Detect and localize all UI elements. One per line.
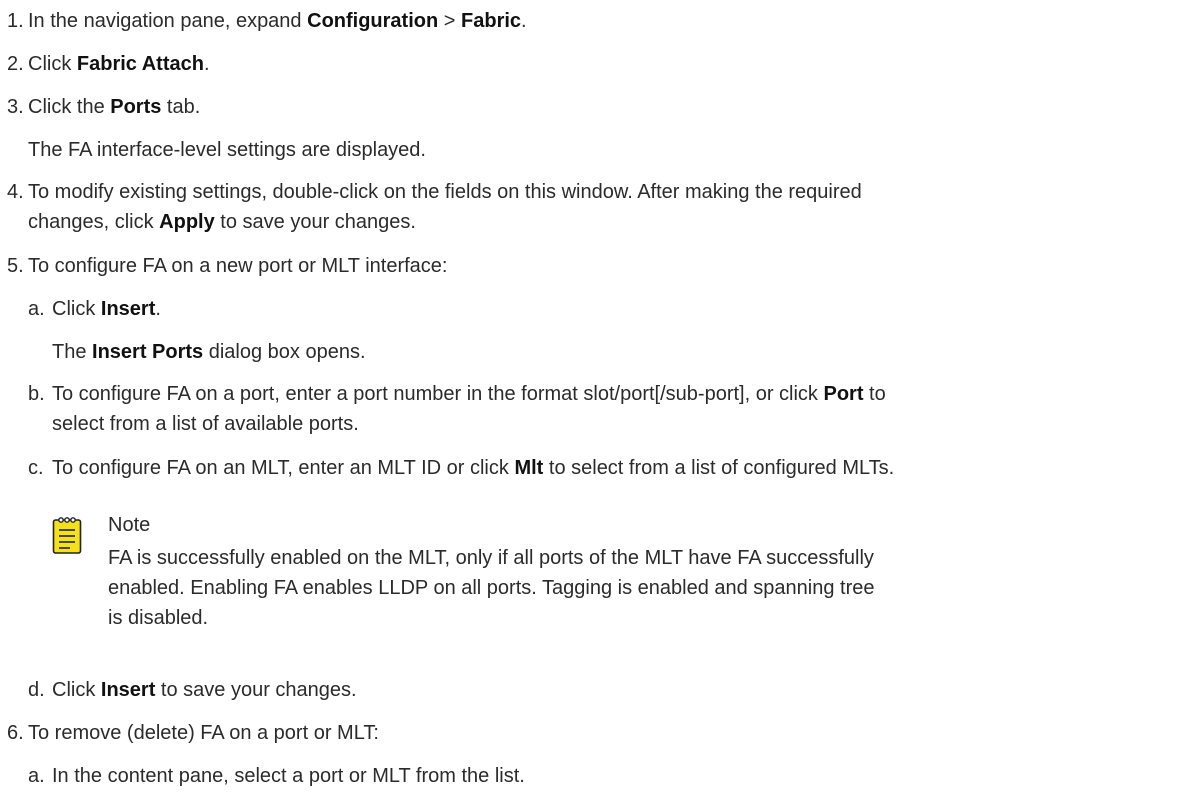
step-3-result: The FA interface-level settings are disp… <box>28 139 426 161</box>
substep-5a-letter: a. <box>28 298 45 320</box>
step-3-text: Click the Ports tab. <box>28 96 201 118</box>
insert-term-2: Insert <box>100 679 156 701</box>
substep-6a-text: In the content pane, select a port or ML… <box>52 765 525 787</box>
document-page: 1. In the navigation pane, expand Config… <box>0 0 1189 801</box>
apply-term: Apply <box>159 211 215 233</box>
substep-5a-text: Click Insert. <box>52 298 161 320</box>
fabric-attach-term: Fabric Attach <box>76 53 204 75</box>
step-4-text-line1: To modify existing settings, double-clic… <box>28 181 862 203</box>
substep-5b-text-line2: select from a list of available ports. <box>52 413 359 435</box>
configuration-term: Configuration <box>307 10 439 32</box>
note-line-3: is disabled. <box>108 607 209 629</box>
substep-6a-letter: a. <box>28 765 45 787</box>
insert-ports-term: Insert Ports <box>92 341 204 363</box>
substep-5b-text-line1: To configure FA on a port, enter a port … <box>52 383 886 405</box>
note-icon <box>52 517 82 554</box>
step-5-number: 5. <box>7 255 24 277</box>
step-1-text: In the navigation pane, expand Configura… <box>28 10 527 32</box>
substep-5c-text: To configure FA on an MLT, enter an MLT … <box>52 457 895 479</box>
step-2-text: Click Fabric Attach. <box>28 53 210 75</box>
substep-5b-letter: b. <box>28 383 45 405</box>
step-6-number: 6. <box>7 722 24 744</box>
mlt-term: Mlt <box>514 457 544 479</box>
insert-term: Insert <box>100 298 156 320</box>
step-4-text-line2: changes, click Apply to save your change… <box>28 211 416 233</box>
note-line-2: enabled. Enabling FA enables LLDP on all… <box>108 577 875 599</box>
note-title: Note <box>108 514 151 536</box>
step-3-number: 3. <box>7 96 24 118</box>
ports-term: Ports <box>110 96 162 118</box>
step-5-text: To configure FA on a new port or MLT int… <box>28 255 448 277</box>
step-2-number: 2. <box>7 53 24 75</box>
substep-5d-letter: d. <box>28 679 45 701</box>
step-6-text: To remove (delete) FA on a port or MLT: <box>28 722 379 744</box>
fabric-term: Fabric <box>461 10 522 32</box>
step-4-number: 4. <box>7 181 24 203</box>
step-1-number: 1. <box>7 10 24 32</box>
substep-5c-letter: c. <box>28 457 44 479</box>
note-line-1: FA is successfully enabled on the MLT, o… <box>108 547 874 569</box>
substep-5a-result: The Insert Ports dialog box opens. <box>52 341 366 363</box>
substep-5d-text: Click Insert to save your changes. <box>52 679 357 701</box>
port-term: Port <box>823 383 864 405</box>
